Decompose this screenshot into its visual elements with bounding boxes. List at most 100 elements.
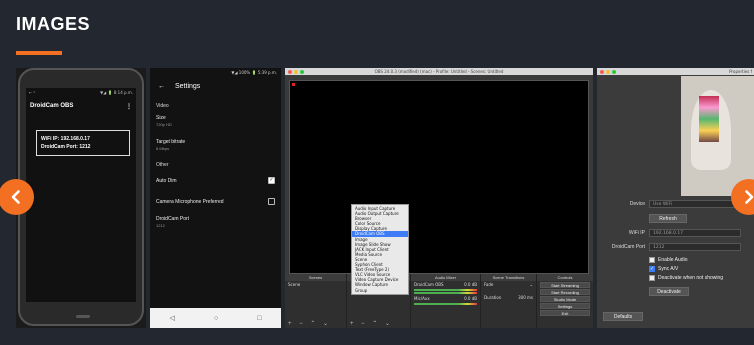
fade-value: Fade (484, 282, 494, 287)
settings-button: Settings (540, 303, 590, 309)
mic-checkbox (268, 198, 275, 205)
section-other: Other (156, 162, 169, 168)
connection-info-box: WiFi IP: 192.168.0.17 DroidCam Port: 121… (36, 130, 130, 156)
chevron-right-icon (745, 190, 754, 204)
transitions-panel: Scene Transitions Fade ⌄ Duration 300 ms (481, 274, 537, 328)
overflow-menu-icon: ⋮ (126, 104, 132, 110)
nav-home-icon: ○ (213, 314, 219, 322)
sync-check: ✓ Sync A/V (649, 266, 678, 272)
minimize-dot-icon (294, 69, 298, 74)
gallery-image-obs[interactable]: OBS 24.0.3 (modified) (mac) - Profile: U… (285, 68, 593, 328)
transition-select: Fade ⌄ (481, 281, 536, 288)
scenes-panel: Scenes Scene + − ⌃ ⌄ (285, 274, 347, 328)
phone-screen: ← ᵖ ▼◢ 🔋 8:14 p.m. DroidCam OBS ⋮ WiFi I… (26, 88, 136, 302)
phone-speaker (76, 315, 90, 318)
close-dot-icon (600, 69, 604, 74)
wifi-ip-label: WiFi IP (628, 230, 645, 236)
port-row: DroidCam Port 1212 (597, 243, 754, 251)
mixer-track-1: DroidCam OBS 0.0 dB (411, 281, 480, 288)
back-arrow-icon: ← (158, 83, 165, 90)
obs-preview-canvas (289, 80, 589, 274)
start-recording-button: Start Recording (540, 289, 590, 295)
duration-label: Duration (484, 295, 502, 300)
device-label: Device (629, 201, 645, 207)
menu-item: Group (355, 287, 368, 293)
setting-auto-dim: Auto Dim ✓ (150, 170, 281, 191)
status-right: ▼◢ 🔋 8:14 p.m. (100, 90, 133, 95)
exit-button: Exit (540, 310, 590, 316)
sources-foot: + − ⌃ ⌄ (350, 321, 394, 327)
section-video: Video (156, 103, 169, 109)
setting-size: Size 720p HD (150, 111, 281, 131)
enable-audio-label: Enable Audio (658, 257, 688, 263)
scene-row: Scene (285, 281, 346, 288)
settings-header: ← Settings (150, 77, 281, 96)
auto-dim-label: Auto Dim (156, 177, 177, 184)
app-title: DroidCam OBS (30, 103, 74, 109)
properties-title-bar: Properties f (597, 68, 754, 75)
add-source-menu: Audio Input Capture Audio Output Capture B… (351, 204, 409, 295)
track1-db: 0.0 dB (464, 282, 477, 287)
defaults-button: Defaults (603, 312, 643, 321)
window-controls (288, 69, 304, 74)
port-text: DroidCam Port: 1212 (41, 144, 91, 150)
source-marker (292, 83, 295, 86)
minimize-dot-icon (606, 69, 610, 74)
settings-status-bar: ▼◢ 100% 🔋 5:39 p.m. (231, 70, 277, 75)
refresh-button: Refresh (649, 214, 687, 223)
obs-dock-panels: Scenes Scene + − ⌃ ⌄ + − ⌃ ⌄ Audio Mixer… (285, 274, 593, 328)
zoom-dot-icon (300, 69, 304, 74)
studio-mode-button: Studio Mode (540, 296, 590, 302)
sync-row: ✓ Sync A/V (597, 266, 754, 272)
deactivate-hidden-box (649, 275, 655, 281)
deactivate-hidden-row: Deactivate when not showing (597, 275, 754, 281)
device-row: Device Use WiFi (597, 200, 754, 208)
window-controls (600, 69, 616, 74)
deactivate-button: Deactivate (649, 287, 689, 296)
port-field: 1212 (649, 243, 741, 251)
start-streaming-button: Start Streaming (540, 282, 590, 288)
mic-label: Camera Microphone Preferred (156, 198, 224, 205)
controls-panel: Controls Start Streaming Start Recording… (537, 274, 593, 328)
camera-preview (681, 76, 754, 196)
sync-box: ✓ (649, 266, 655, 272)
mixer-header: Audio Mixer (411, 274, 480, 281)
enable-audio-check: Enable Audio (649, 257, 687, 263)
gallery-image-phone-home[interactable]: ← ᵖ ▼◢ 🔋 8:14 p.m. DroidCam OBS ⋮ WiFi I… (16, 68, 146, 328)
section-title: IMAGES (16, 14, 91, 34)
enable-audio-box (649, 257, 655, 263)
gallery-image-settings[interactable]: ▼◢ 100% 🔋 5:39 p.m. ← Settings Video Siz… (150, 68, 281, 328)
nav-back-icon: ◁ (169, 315, 175, 322)
duration-row: Duration 300 ms (481, 294, 536, 301)
size-label: Size (156, 115, 166, 121)
mixer-panel: Audio Mixer DroidCam OBS 0.0 dB Mic/Aux 0.… (411, 274, 481, 328)
device-field: Use WiFi (649, 200, 741, 208)
sync-label: Sync A/V (658, 266, 679, 272)
obs-window-title: OBS 24.0.3 (modified) (mac) - Profile: U… (374, 69, 504, 74)
port-label: DroidCam Port (611, 244, 645, 250)
deactivate-row: Deactivate (597, 287, 754, 296)
auto-dim-checkbox: ✓ (268, 177, 275, 184)
duration-value: 300 ms (518, 295, 533, 300)
app-title-bar: DroidCam OBS ⋮ (26, 97, 136, 116)
image-gallery: ← ᵖ ▼◢ 🔋 8:14 p.m. DroidCam OBS ⋮ WiFi I… (16, 68, 754, 328)
obs-title-bar: OBS 24.0.3 (modified) (mac) - Profile: U… (285, 68, 593, 75)
port-value: 1212 (156, 223, 165, 228)
close-dot-icon (288, 69, 292, 74)
settings-title: Settings (175, 83, 201, 90)
refresh-row: Refresh (597, 214, 754, 223)
defaults-row: Defaults (603, 312, 643, 321)
transitions-header: Scene Transitions (481, 274, 536, 281)
android-nav-bar: ◁ ○ □ (150, 308, 281, 328)
mixer-track-2: Mic/Aux 0.0 dB (411, 295, 480, 302)
bitrate-label: Target bitrate (156, 139, 186, 145)
wifi-ip-row: WiFi IP 192.168.0.17 (597, 229, 754, 237)
nav-recents-icon: □ (257, 314, 262, 322)
setting-mic: Camera Microphone Preferred (150, 191, 281, 212)
wifi-ip-text: WiFi IP: 192.168.0.17 (41, 136, 90, 142)
bitrate-value: 8 Mbps (156, 146, 170, 151)
zoom-dot-icon (612, 69, 616, 74)
track2-db: 0.0 dB (464, 296, 477, 301)
scene-item: Scene (288, 282, 301, 287)
select-arrow-icon: ⌄ (529, 282, 533, 287)
